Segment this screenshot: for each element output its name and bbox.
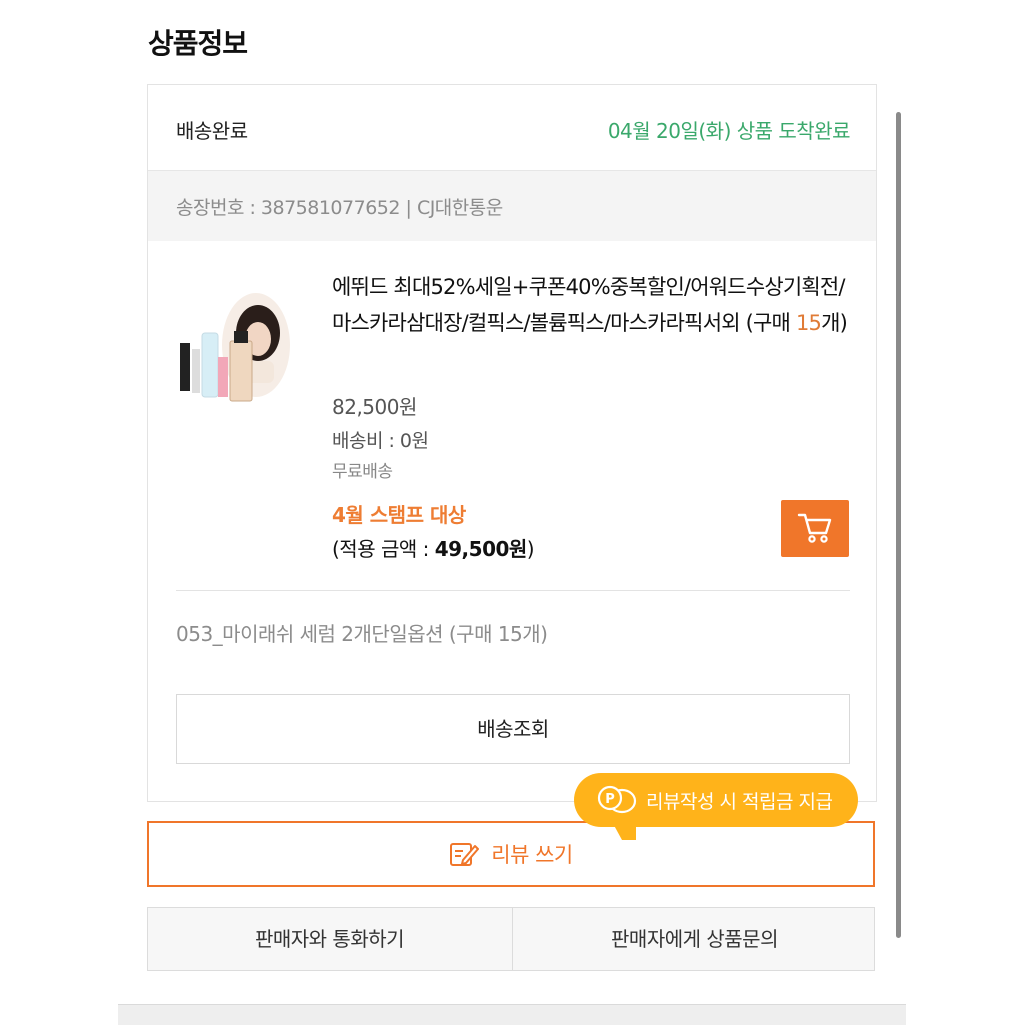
arrival-date: 04월 20일(화) 상품 도착완료 (607, 119, 851, 143)
divider (176, 590, 850, 591)
review-button-label: 리뷰 쓰기 (491, 843, 573, 867)
applied-prefix: (적용 금액 : (332, 537, 435, 561)
product-price: 82,500원 (332, 395, 417, 419)
applied-amount: (적용 금액 : 49,500원) (332, 533, 535, 562)
review-reward-tooltip: P 리뷰작성 시 적립금 지급 (574, 773, 858, 827)
add-to-cart-button[interactable] (781, 500, 849, 557)
track-delivery-button[interactable]: 배송조회 (176, 694, 850, 764)
seller-contact-bar: 판매자와 통화하기 판매자에게 상품문의 (147, 907, 875, 971)
pencil-note-icon (450, 843, 480, 866)
call-seller-button[interactable]: 판매자와 통화하기 (148, 908, 511, 970)
scrollbar[interactable] (896, 112, 901, 938)
footer-strip (118, 1004, 906, 1025)
delivery-status: 배송완료 (176, 119, 248, 143)
shipping-type: 무료배송 (332, 462, 393, 482)
section-title: 상품정보 (148, 27, 248, 60)
stamp-badge: 4월 스탬프 대상 (332, 503, 466, 527)
invoice-row: 송장번호 : 387581077652 | CJ대한통운 (148, 171, 876, 241)
product-title-text: 에뛰드 최대52%세일+쿠폰40%중복할인/어워드수상기획전/마스카라삼대장/컬… (332, 275, 846, 335)
svg-text:P: P (605, 792, 615, 807)
invoice-number: 송장번호 : 387581077652 | CJ대한통운 (176, 197, 503, 219)
ask-seller-button[interactable]: 판매자에게 상품문의 (512, 908, 876, 970)
product-thumbnail[interactable] (178, 275, 290, 415)
applied-suffix: ) (526, 537, 535, 561)
shipping-fee: 배송비 : 0원 (332, 430, 429, 452)
write-review-button[interactable]: 리뷰 쓰기 (147, 821, 875, 887)
point-coin-icon: P (597, 785, 637, 814)
cart-icon (797, 513, 832, 543)
purchase-quantity: 15 (795, 311, 822, 335)
delivery-status-row: 배송완료 04월 20일(화) 상품 도착완료 (148, 85, 876, 171)
product-title-suffix: 개) (821, 311, 848, 335)
order-card: 배송완료 04월 20일(화) 상품 도착완료 송장번호 : 387581077… (147, 84, 877, 802)
product-title[interactable]: 에뛰드 최대52%세일+쿠폰40%중복할인/어워드수상기획전/마스카라삼대장/컬… (332, 269, 852, 341)
tooltip-text: 리뷰작성 시 적립금 지급 (646, 791, 833, 813)
product-option: 053_마이래쉬 세럼 2개단일옵션 (구매 15개) (176, 622, 548, 646)
applied-amount-value: 49,500원 (434, 537, 528, 561)
